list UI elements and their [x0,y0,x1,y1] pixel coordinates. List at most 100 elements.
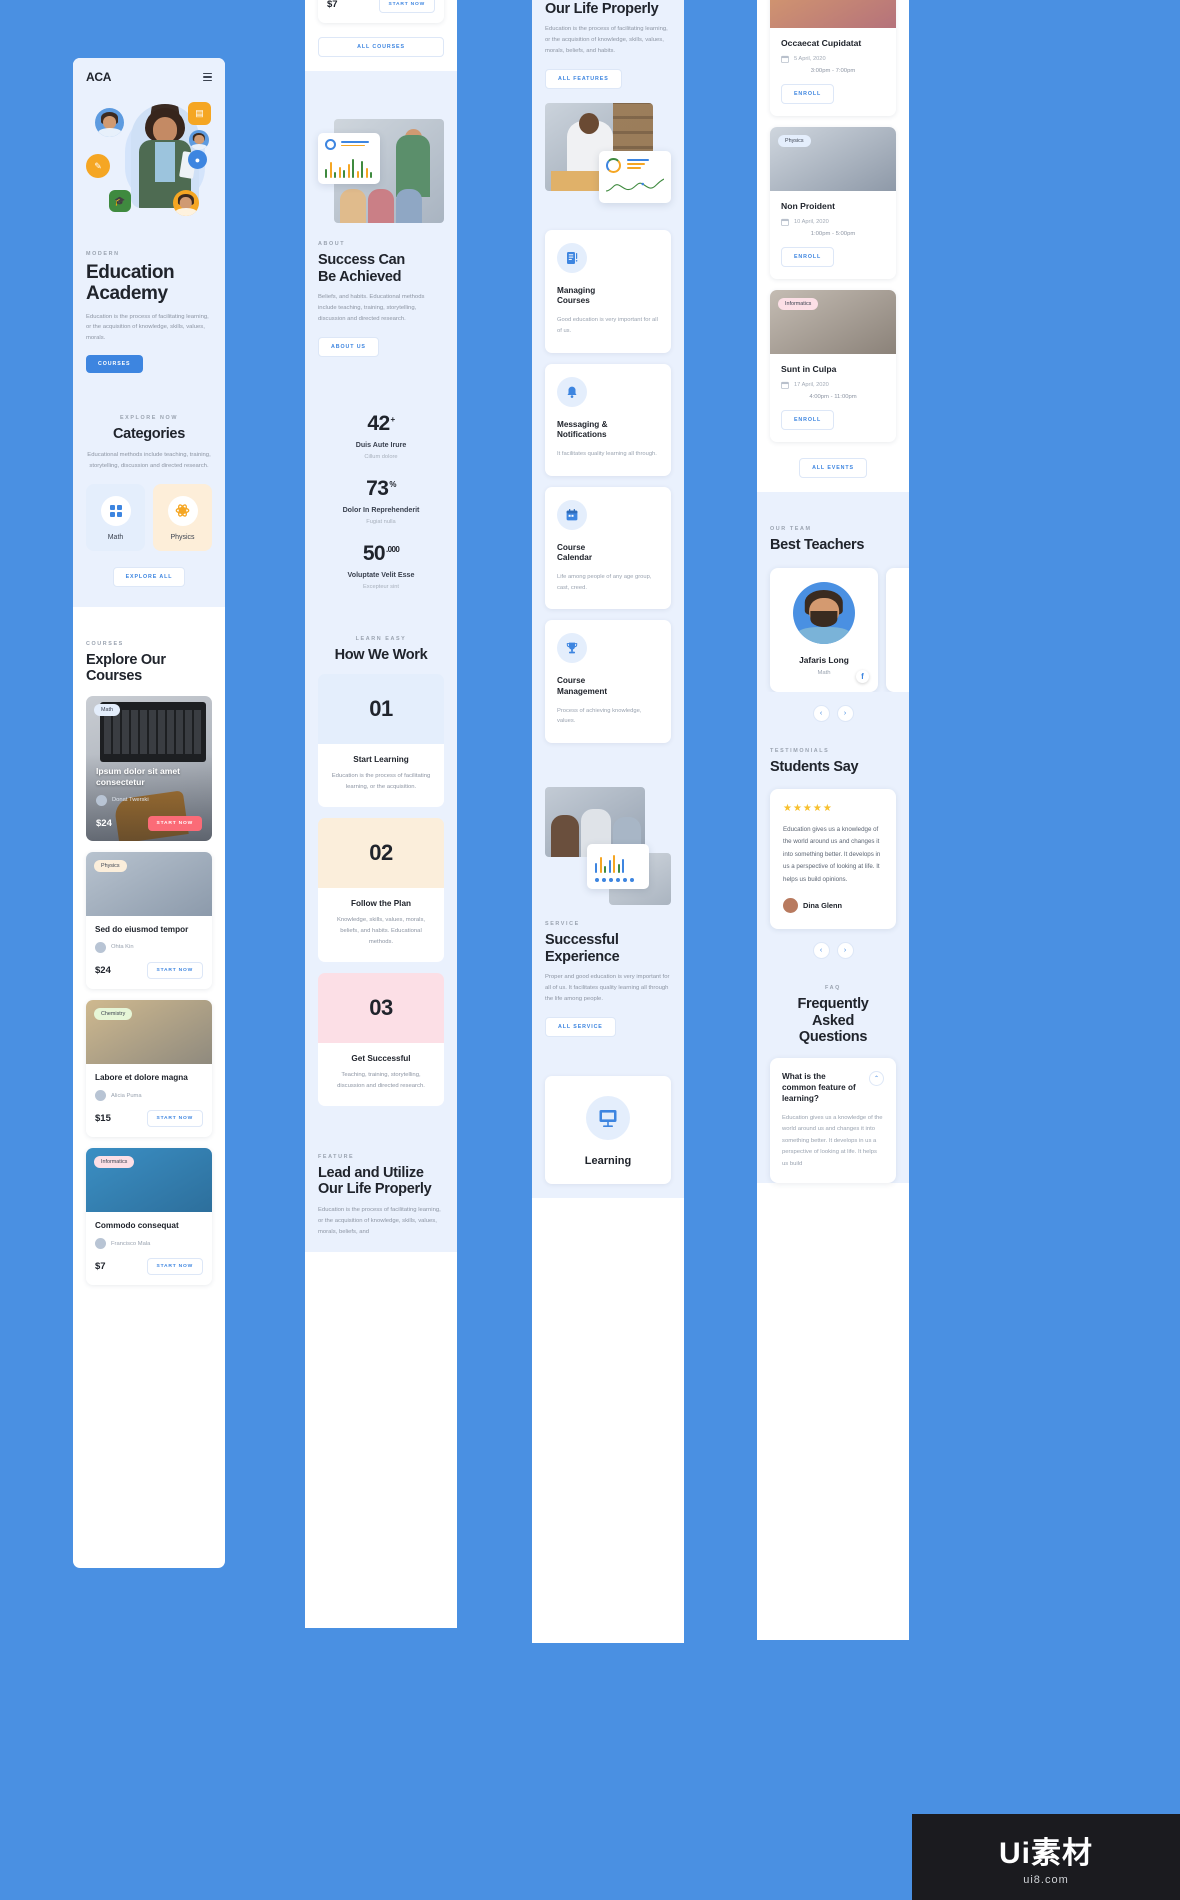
avatar [95,1238,106,1250]
teacher-carousel-controls[interactable]: ‹ › [757,704,909,722]
author-name: Francisco Mala [111,1240,151,1247]
step-title: Start Learning [353,755,409,765]
all-features-button[interactable]: ALL FEATURES [545,68,622,89]
all-service-button[interactable]: ALL SERVICE [545,1016,616,1037]
courses-button[interactable]: COURSES [86,355,143,374]
all-courses-button[interactable]: ALL COURSES [318,37,444,57]
pencil-icon: ✎ [86,154,110,178]
course-price: $7 [327,0,338,10]
learning-card[interactable]: Learning [545,1075,671,1185]
chevron-up-icon[interactable]: ⌃ [869,1070,884,1086]
chevron-right-icon[interactable]: › [836,942,854,960]
feature-card-body: Life among people of any age group, cast… [557,573,652,591]
event-card[interactable]: Informatics Sunt in Culpa 17 April, 2020… [770,290,896,442]
document-icon [557,242,587,273]
stat-item: 73% Dolor In Reprehenderit Fugiat nulla [318,462,444,527]
teacher-carousel[interactable]: Jafaris Long Math f [757,558,909,692]
book-icon: ▤ [188,102,211,125]
courses-section: COURSES Explore Our Courses Math Ipsum d… [73,606,225,1300]
step-card[interactable]: 03 Get Successful Teaching, training, st… [318,972,444,1106]
category-card-math[interactable]: Math [86,483,145,551]
service-title-line2: Experience [545,948,620,965]
faq-item[interactable]: What is the common feature of learning? … [770,1057,896,1184]
avatar [95,1090,106,1102]
stat-item: 50.000 Voluptate Velit Esse Excepteur si… [318,527,444,592]
event-tag: Physics [778,135,811,147]
brand-logo[interactable]: ACA [86,70,111,84]
feature-card-title-line2: Management [557,686,608,696]
featured-course-card[interactable]: Math Ipsum dolor sit amet consectetur Do… [86,695,212,841]
featured-course-title: Ipsum dolor sit amet consectetur [96,766,181,787]
event-card[interactable]: Physics Non Proident 10 April, 2020 1:00… [770,127,896,279]
feature-card-title-line1: Course [557,676,586,686]
teacher-card-next[interactable] [886,567,909,692]
about-eyebrow: ABOUT [318,241,346,247]
trophy-icon [557,633,587,664]
feature-illustration [545,102,671,203]
feature-card-body: Good education is very important for all… [557,317,658,334]
mockup-stage: ACA ▤ ✎ 🎓 ● MODERN Education Academy Edu… [0,0,1180,1900]
event-title: Non Proident [781,201,835,211]
hamburger-menu-icon[interactable] [203,73,212,81]
start-now-button[interactable]: START NOW [147,815,202,831]
step-card[interactable]: 02 Follow the Plan Knowledge, skills, va… [318,818,444,962]
enroll-button[interactable]: ENROLL [781,410,835,430]
teacher-card[interactable]: Jafaris Long Math f [770,567,878,692]
course-card[interactable]: Chemistry Labore et dolore magna Alicia … [86,999,212,1138]
course-image: Physics [86,851,212,916]
chevron-left-icon[interactable]: ‹ [812,704,830,722]
enroll-button[interactable]: ENROLL [781,247,835,267]
start-now-button[interactable]: START NOW [146,1110,203,1128]
atom-icon [167,495,198,526]
learning-section: Learning [532,1051,684,1198]
start-now-button[interactable]: START NOW [146,961,203,979]
categories-eyebrow: EXPLORE NOW [119,415,179,422]
start-now-button[interactable]: START NOW [146,1258,203,1276]
about-section: ABOUT Success Can Be Achieved Beliefs, a… [305,71,457,1252]
about-body: Beliefs, and habits. Educational methods… [318,294,425,322]
explore-all-button[interactable]: EXPLORE ALL [112,566,186,587]
courses-title-line2: Courses [86,668,142,685]
feature-card-title-line2: Courses [557,296,590,306]
course-card[interactable]: Physics Sed do eiusmod tempor Ohta Kin $… [86,851,212,989]
course-card[interactable]: Informatics Commodo consequat Francisco … [86,1148,212,1286]
star-rating: ★★★★★ [783,803,833,815]
feature-card[interactable]: Course Calendar Life among people of any… [545,486,671,610]
faq-title-line3: Questions [798,1029,868,1046]
feature-card[interactable]: Course Management Process of achieving k… [545,620,671,744]
chevron-right-icon[interactable]: › [836,704,854,722]
all-events-button[interactable]: ALL EVENTS [799,458,867,478]
step-body: Teaching, training, storytelling, discus… [337,1071,425,1089]
feature-title-line1: Lead and Utilize [318,1164,424,1181]
course-tag: Informatics [94,1156,135,1169]
event-time: 1:00pm - 5:00pm [810,231,856,237]
feature-card[interactable]: Managing Courses Good education is very … [545,229,671,353]
feature-card-list: Managing Courses Good education is very … [532,203,684,757]
facebook-icon[interactable]: f [856,669,869,683]
course-card[interactable]: $7 START NOW [318,0,444,23]
event-title: Sunt in Culpa [781,364,837,374]
stats-widget [318,133,380,184]
enroll-button[interactable]: ENROLL [781,84,835,104]
calculator-icon [100,495,131,526]
step-card[interactable]: 01 Start Learning Education is the proce… [318,674,444,808]
phone-screen-events: Occaecat Cupidatat 5 April, 2020 3:00pm … [757,0,909,1640]
chevron-left-icon[interactable]: ‹ [812,942,830,960]
app-header: ACA [73,58,225,90]
step-title: Follow the Plan [350,899,412,909]
testimonial-carousel-controls[interactable]: ‹ › [757,942,909,960]
event-date: 5 April, 2020 [794,56,826,62]
feature-card[interactable]: Messaging & Notifications It facilitates… [545,363,671,476]
category-card-physics[interactable]: Physics [153,483,212,551]
feature-teaser: FEATURE Lead and Utilize Our Life Proper… [305,1132,457,1252]
stat-label: Voluptate Velit Esse [347,570,415,579]
watermark-url: ui8.com [1023,1874,1069,1886]
about-us-button[interactable]: ABOUT US [318,336,379,357]
stat-sub: Cillum dolore [364,453,398,460]
service-illustration [545,787,671,906]
teacher-subject: Math [817,669,831,676]
about-title-line2: Be Achieved [318,268,402,285]
start-now-button[interactable]: START NOW [378,0,435,13]
event-card[interactable]: Occaecat Cupidatat 5 April, 2020 3:00pm … [770,0,896,116]
stat-value: 42+ [367,411,395,435]
